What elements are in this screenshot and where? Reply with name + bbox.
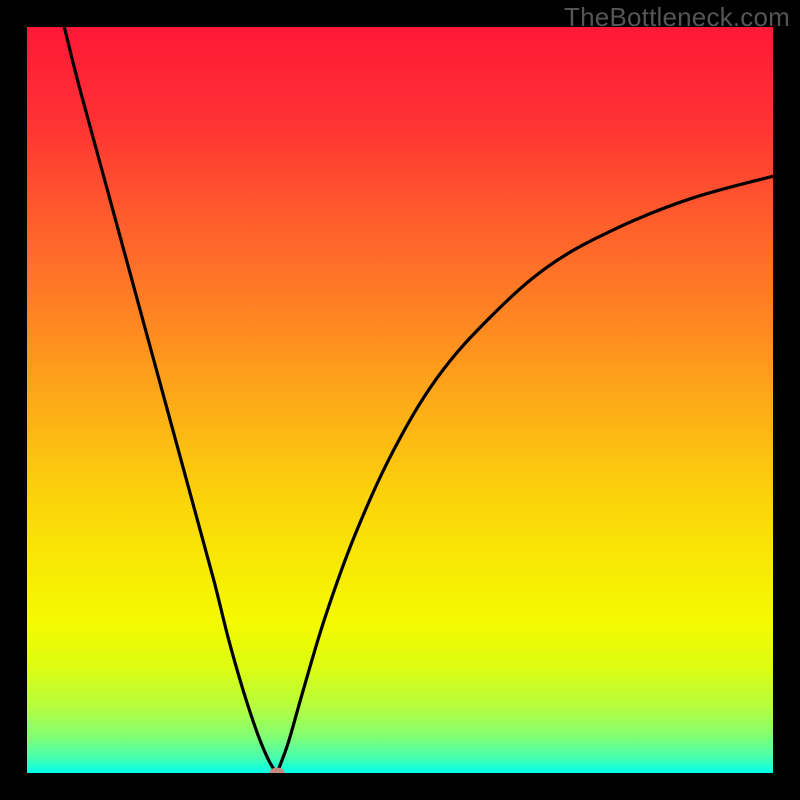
curve-right-branch [277, 176, 773, 773]
minimum-marker [269, 768, 284, 774]
plot-area [27, 27, 773, 773]
bottleneck-curve [27, 27, 773, 773]
watermark-label: TheBottleneck.com [564, 2, 790, 33]
curve-left-branch [64, 27, 277, 773]
chart-frame: TheBottleneck.com [0, 0, 800, 800]
